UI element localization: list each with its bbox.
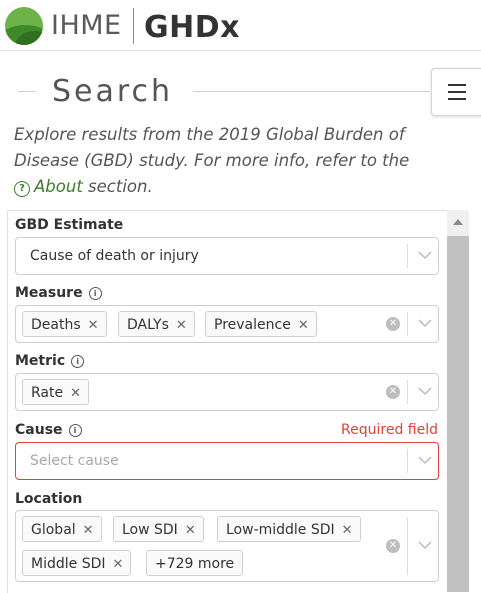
- close-icon[interactable]: ✕: [185, 518, 196, 544]
- chevron-down-icon[interactable]: [418, 385, 432, 397]
- close-icon[interactable]: ✕: [113, 552, 124, 578]
- title-rule-right: [193, 91, 430, 92]
- more-locations-chip[interactable]: +729 more: [146, 550, 244, 576]
- location-select[interactable]: Global ✕ Low SDI ✕ Low-middle SDI ✕ Middle …: [15, 510, 439, 582]
- chip-low-sdi[interactable]: Low SDI ✕: [113, 516, 204, 542]
- question-circle-icon: ?: [14, 181, 30, 197]
- logo-divider: [133, 8, 134, 44]
- chevron-down-icon[interactable]: [418, 317, 432, 329]
- gbd-estimate-label: GBD Estimate: [15, 217, 124, 233]
- required-field-message: Required field: [341, 422, 438, 438]
- app-header: IHME GHDx: [0, 0, 481, 51]
- location-label: Location: [15, 491, 83, 507]
- logo-ghdx-text[interactable]: GHDx: [144, 10, 240, 45]
- chip-deaths[interactable]: Deaths ✕: [22, 311, 107, 337]
- gbd-estimate-value: Cause of death or injury: [30, 248, 199, 264]
- info-icon[interactable]: i: [68, 424, 82, 437]
- cause-placeholder: Select cause: [30, 453, 119, 469]
- measure-label: Measure i: [15, 285, 102, 301]
- clear-circle-icon[interactable]: ✕: [386, 385, 400, 399]
- chip-prevalence[interactable]: Prevalence ✕: [205, 311, 317, 337]
- cause-select[interactable]: Select cause: [15, 442, 439, 480]
- chip-low-middle-sdi[interactable]: Low-middle SDI ✕: [217, 516, 361, 542]
- chip-rate[interactable]: Rate ✕: [22, 379, 90, 407]
- scroll-up-arrow-icon[interactable]: [447, 210, 469, 236]
- ihme-logo-icon[interactable]: [5, 7, 43, 45]
- page-title: Search: [52, 74, 174, 109]
- chip-middle-sdi[interactable]: Middle SDI ✕: [22, 550, 132, 578]
- close-icon[interactable]: ✕: [342, 518, 353, 544]
- title-rule-left: [18, 91, 36, 92]
- info-icon[interactable]: i: [88, 287, 102, 300]
- info-icon[interactable]: i: [71, 355, 85, 368]
- gbd-estimate-select[interactable]: Cause of death or injury: [15, 237, 439, 275]
- intro-body: Explore results from the 2019 Global Bur…: [14, 125, 410, 170]
- close-icon[interactable]: ✕: [176, 313, 187, 339]
- clear-circle-icon[interactable]: ✕: [386, 539, 400, 553]
- chevron-down-icon[interactable]: [418, 539, 432, 551]
- close-icon[interactable]: ✕: [70, 381, 81, 407]
- chevron-down-icon[interactable]: [418, 249, 432, 261]
- chip-dalys[interactable]: DALYs ✕: [118, 311, 195, 337]
- metric-select[interactable]: Rate ✕ ✕: [15, 373, 439, 411]
- metric-label: Metric i: [15, 353, 85, 369]
- chip-global[interactable]: Global ✕: [22, 516, 102, 542]
- close-icon[interactable]: ✕: [298, 313, 309, 339]
- clear-circle-icon[interactable]: ✕: [386, 317, 400, 331]
- hamburger-icon: [448, 84, 466, 86]
- menu-button[interactable]: [431, 68, 481, 116]
- chevron-down-icon[interactable]: [418, 454, 432, 466]
- intro-text: Explore results from the 2019 Global Bur…: [14, 122, 454, 200]
- cause-label: Cause i: [15, 422, 82, 438]
- close-icon[interactable]: ✕: [88, 313, 99, 339]
- close-icon[interactable]: ✕: [83, 518, 94, 544]
- measure-select[interactable]: Deaths ✕ DALYs ✕ Prevalence ✕ ✕: [15, 305, 439, 343]
- intro-suffix: section.: [88, 177, 153, 196]
- about-link[interactable]: ? About: [14, 177, 83, 197]
- logo-ihme-text[interactable]: IHME: [51, 10, 122, 41]
- scrollbar-thumb[interactable]: [447, 236, 469, 592]
